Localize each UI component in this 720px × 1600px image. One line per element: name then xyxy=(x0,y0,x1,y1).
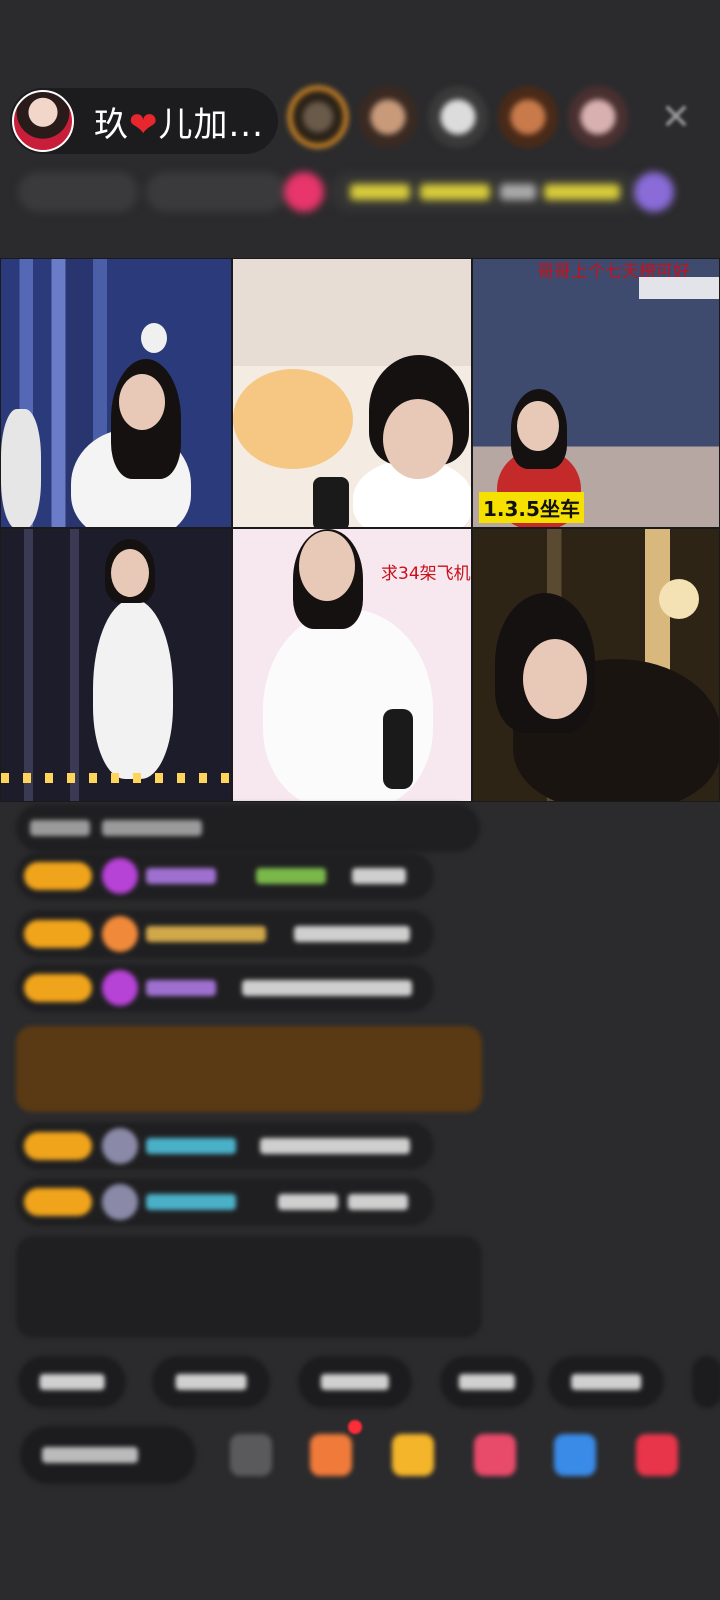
room-info-row xyxy=(18,168,688,216)
chat-input[interactable] xyxy=(20,1426,196,1484)
viewer-avatar[interactable] xyxy=(358,86,418,148)
viewer-avatar[interactable] xyxy=(568,86,628,148)
gift-box-icon[interactable] xyxy=(392,1434,434,1476)
level-badge xyxy=(24,1188,92,1216)
quick-reply-chip[interactable] xyxy=(692,1356,720,1408)
chat-message[interactable] xyxy=(16,964,434,1012)
video-tile[interactable]: 哥哥上个七天榜可好 1.3.5坐车 xyxy=(472,258,720,528)
heart-icon: ❤ xyxy=(129,104,159,145)
quick-reply-chip[interactable] xyxy=(548,1356,664,1408)
chat-message[interactable] xyxy=(16,852,434,900)
close-icon[interactable]: ✕ xyxy=(654,96,698,140)
heart-gift-icon[interactable] xyxy=(474,1434,516,1476)
video-tile[interactable] xyxy=(472,528,720,802)
video-tile[interactable]: 求34架飞机过任 xyxy=(232,528,472,802)
system-notice xyxy=(16,1236,482,1338)
chat-message-highlight[interactable] xyxy=(16,1026,482,1112)
shop-icon[interactable] xyxy=(310,1434,352,1476)
viewer-avatar[interactable] xyxy=(498,86,558,148)
quick-reply-chip[interactable] xyxy=(440,1356,534,1408)
game-icon[interactable] xyxy=(554,1434,596,1476)
viewer-avatar[interactable] xyxy=(288,86,348,148)
chat-message[interactable] xyxy=(16,1122,434,1170)
quick-reply-chip[interactable] xyxy=(18,1356,126,1408)
popularity-chip[interactable] xyxy=(146,172,286,212)
level-badge xyxy=(24,920,92,948)
bottom-toolbar xyxy=(20,1420,720,1484)
emoji-icon[interactable] xyxy=(230,1434,272,1476)
viewer-avatar-list xyxy=(288,86,628,148)
chat-message[interactable] xyxy=(16,804,480,852)
chat-message[interactable] xyxy=(16,1178,434,1226)
tile-caption: 求34架飞机过任 xyxy=(381,564,471,584)
viewer-avatar[interactable] xyxy=(428,86,488,148)
video-tile[interactable] xyxy=(0,258,232,528)
level-badge xyxy=(24,1132,92,1160)
activity-banner[interactable] xyxy=(330,172,640,212)
video-tile[interactable] xyxy=(232,258,472,528)
host-name: 玖❤儿加... xyxy=(94,104,264,145)
chat-message[interactable] xyxy=(16,910,434,958)
notification-dot xyxy=(348,1420,362,1434)
multi-guest-video-grid: 哥哥上个七天榜可好 1.3.5坐车 求34架飞机过任 xyxy=(0,258,720,802)
host-info-pill[interactable]: 玖❤儿加... xyxy=(10,88,278,154)
more-icon[interactable] xyxy=(634,172,674,212)
host-avatar[interactable] xyxy=(12,90,74,152)
quick-reply-chip[interactable] xyxy=(152,1356,270,1408)
level-badge xyxy=(24,974,92,1002)
level-badge xyxy=(24,862,92,890)
ranking-chip[interactable] xyxy=(18,172,138,212)
gift-icon[interactable] xyxy=(636,1434,678,1476)
seat-tag: 1.3.5坐车 xyxy=(479,492,584,523)
quick-reply-chip[interactable] xyxy=(298,1356,412,1408)
video-tile[interactable] xyxy=(0,528,232,802)
gift-icon[interactable] xyxy=(284,172,324,212)
quick-reply-row xyxy=(18,1356,720,1408)
